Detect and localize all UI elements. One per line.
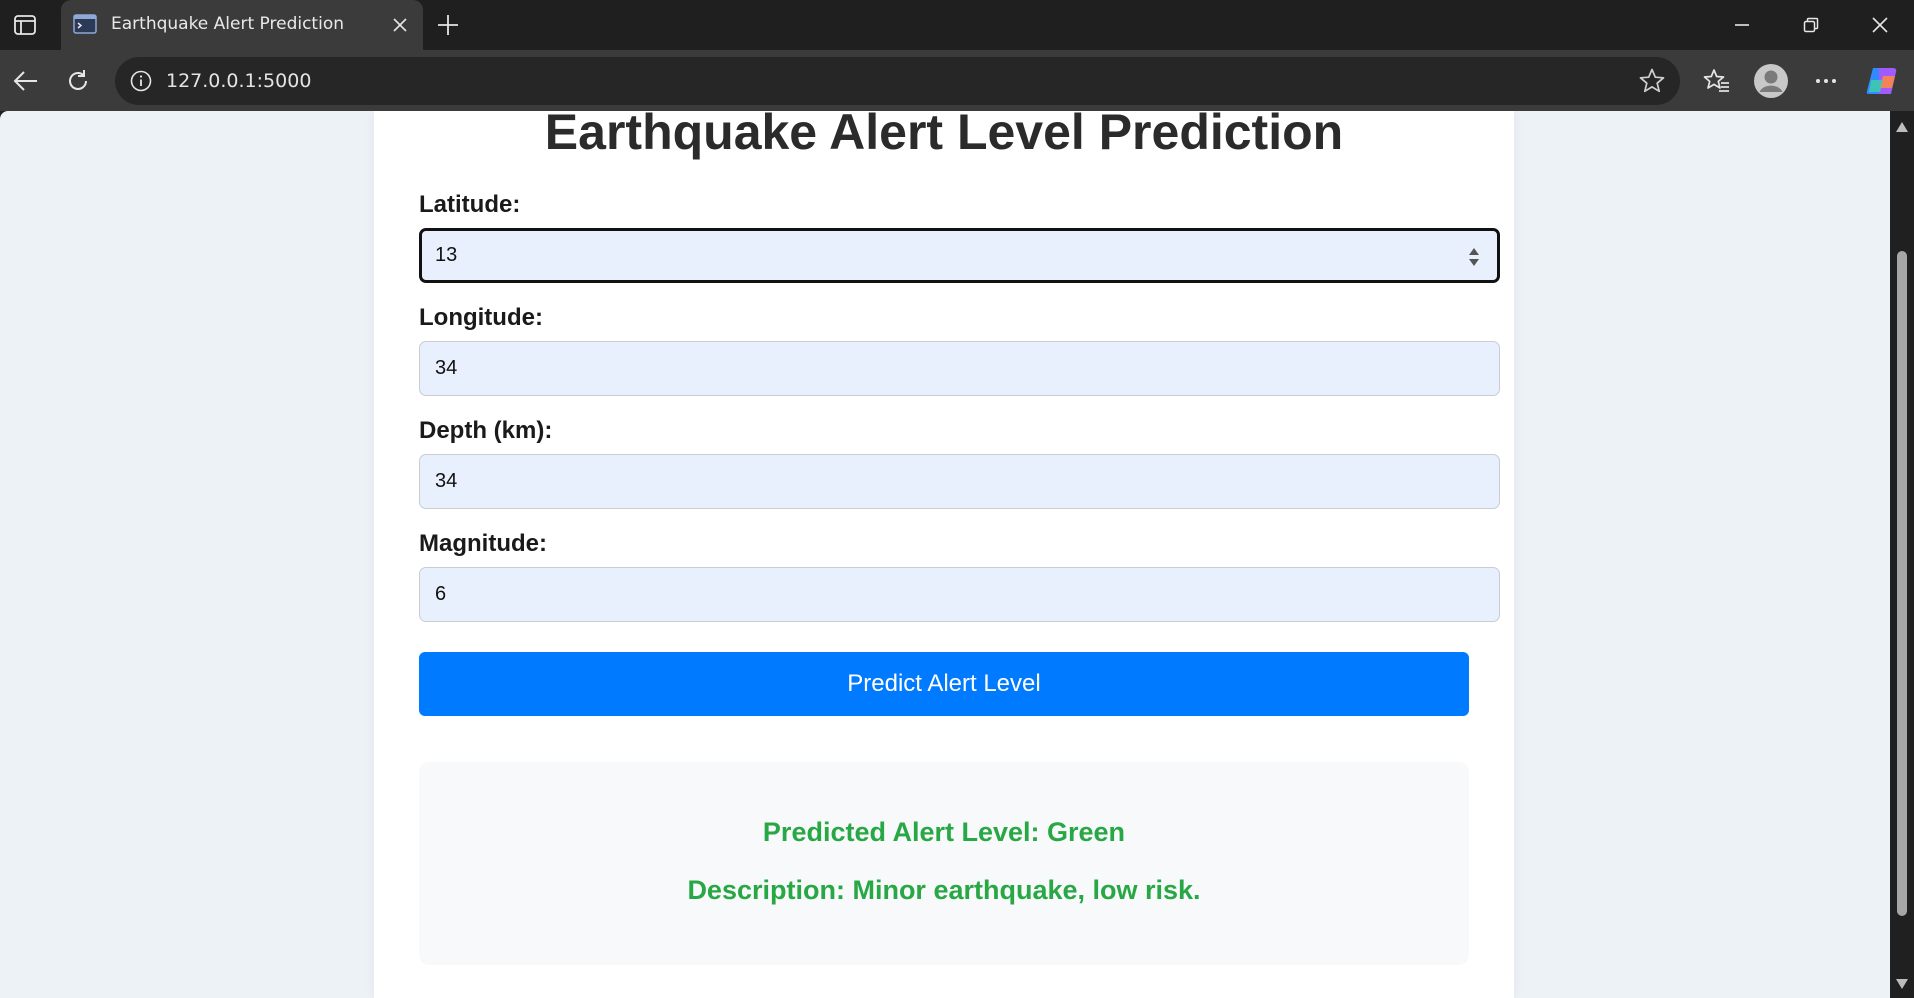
back-arrow-icon — [13, 71, 37, 91]
magnitude-label: Magnitude: — [419, 530, 547, 557]
magnitude-input[interactable]: 6 — [419, 567, 1500, 622]
address-bar[interactable]: 127.0.0.1:5000 — [115, 57, 1680, 105]
more-icon — [1816, 79, 1836, 83]
latitude-input[interactable]: 13 — [419, 228, 1500, 283]
form-card: Earthquake Alert Level Prediction Latitu… — [374, 111, 1514, 998]
restore-icon — [1803, 17, 1819, 33]
copilot-button[interactable] — [1862, 61, 1902, 101]
minimize-icon — [1735, 24, 1749, 26]
result-panel: Predicted Alert Level: Green Description… — [419, 762, 1469, 965]
favorites-button[interactable] — [1697, 61, 1737, 101]
terminal-favicon-icon — [73, 14, 97, 34]
tab-strip: Earthquake Alert Prediction — [0, 0, 1914, 51]
close-window-button[interactable] — [1846, 0, 1914, 50]
scroll-down-arrow-icon[interactable] — [1895, 978, 1909, 990]
profile-avatar-icon — [1754, 64, 1788, 98]
vertical-scrollbar[interactable] — [1890, 111, 1914, 998]
sidebar-toggle-icon — [14, 15, 36, 35]
depth-input[interactable]: 34 — [419, 454, 1500, 509]
url-text[interactable]: 127.0.0.1:5000 — [166, 70, 311, 92]
longitude-value: 34 — [435, 357, 458, 379]
browser-toolbar: 127.0.0.1:5000 — [0, 50, 1914, 111]
reload-button[interactable] — [58, 61, 98, 101]
latitude-value: 13 — [435, 244, 458, 266]
close-icon — [393, 18, 407, 32]
scroll-up-arrow-icon[interactable] — [1895, 121, 1909, 133]
scrollbar-thumb[interactable] — [1897, 251, 1907, 916]
predicted-alert-text: Predicted Alert Level: Green — [762, 817, 1126, 847]
restore-button[interactable] — [1777, 0, 1845, 50]
tab-title: Earthquake Alert Prediction — [111, 14, 344, 34]
favorites-icon — [1703, 69, 1729, 92]
profile-button[interactable] — [1751, 61, 1791, 101]
plus-icon — [438, 15, 458, 35]
more-button[interactable] — [1806, 61, 1846, 101]
page-title: Earthquake Alert Level Prediction — [544, 111, 1344, 160]
close-icon — [1872, 17, 1888, 33]
depth-value: 34 — [435, 470, 458, 492]
star-icon[interactable] — [1638, 67, 1666, 95]
predict-alert-button[interactable]: Predict Alert Level — [419, 652, 1469, 716]
longitude-label: Longitude: — [419, 304, 543, 331]
back-button[interactable] — [6, 61, 46, 101]
magnitude-value: 6 — [435, 583, 447, 605]
new-tab-button[interactable] — [432, 9, 464, 41]
active-tab[interactable]: Earthquake Alert Prediction — [61, 0, 423, 51]
depth-label: Depth (km): — [419, 417, 553, 444]
minimize-button[interactable] — [1708, 0, 1776, 50]
tab-actions-button[interactable] — [0, 0, 50, 50]
alert-description-text: Description: Minor earthquake, low risk. — [687, 875, 1201, 905]
latitude-label: Latitude: — [419, 191, 521, 218]
tab-close-button[interactable] — [387, 12, 413, 38]
number-spinner-icon[interactable] — [1467, 246, 1481, 268]
reload-icon — [69, 70, 87, 90]
longitude-input[interactable]: 34 — [419, 341, 1500, 396]
copilot-icon — [1866, 68, 1897, 94]
page-viewport: Earthquake Alert Level Prediction Latitu… — [0, 111, 1890, 998]
info-icon[interactable] — [129, 69, 153, 93]
